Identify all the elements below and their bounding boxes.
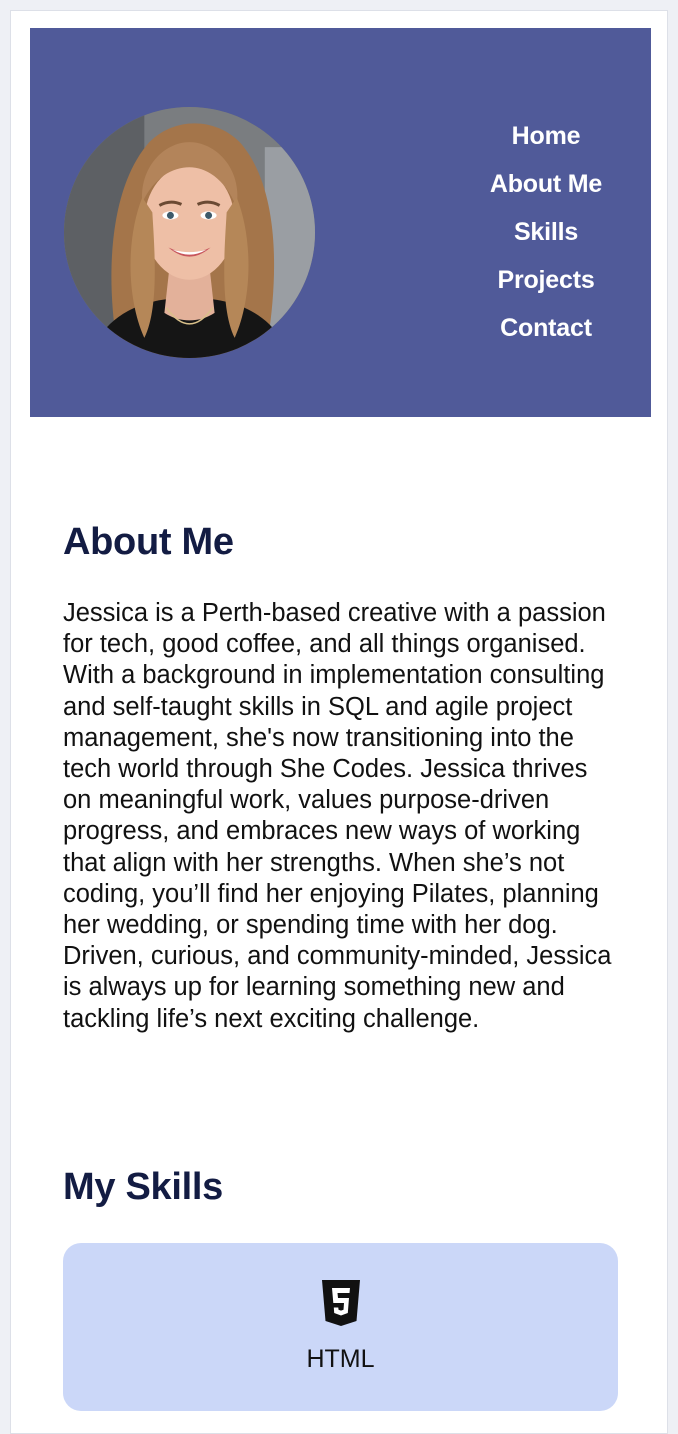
nav-link-skills[interactable]: Skills <box>514 208 578 256</box>
about-paragraph: Jessica is a Perth-based creative with a… <box>63 599 612 1033</box>
html5-icon <box>321 1280 360 1326</box>
about-heading: About Me <box>63 521 234 563</box>
skill-card-html: HTML <box>63 1243 618 1411</box>
nav-link-home[interactable]: Home <box>512 112 581 160</box>
nav-link-projects[interactable]: Projects <box>497 256 594 304</box>
profile-photo <box>64 107 315 358</box>
skill-label: HTML <box>306 1345 375 1373</box>
main-nav: Home About Me Skills Projects Contact <box>441 112 651 352</box>
hero-header: Home About Me Skills Projects Contact <box>30 28 651 417</box>
nav-link-contact[interactable]: Contact <box>500 304 592 352</box>
page: Home About Me Skills Projects Contact Ab… <box>10 10 668 1434</box>
skills-heading: My Skills <box>63 1166 223 1208</box>
nav-link-about-me[interactable]: About Me <box>490 160 602 208</box>
avatar <box>64 107 315 358</box>
